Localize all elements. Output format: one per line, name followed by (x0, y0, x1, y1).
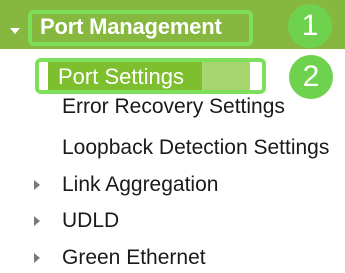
caret-right-icon[interactable] (34, 180, 40, 190)
selected-item-marker (202, 62, 250, 91)
caret-right-icon[interactable] (34, 216, 40, 226)
nav-group-udld[interactable]: UDLD (62, 206, 119, 236)
step-2-callout: 2 (289, 55, 333, 99)
nav-group-green-ethernet[interactable]: Green Ethernet (62, 243, 206, 273)
caret-down-icon (10, 28, 20, 34)
caret-right-icon[interactable] (34, 253, 40, 263)
nav-item-port-settings[interactable]: Port Settings (48, 62, 250, 91)
nav-section-title[interactable]: Port Management (40, 12, 222, 42)
nav-group-link-aggregation[interactable]: Link Aggregation (62, 170, 218, 200)
nav-item-error-recovery-settings[interactable]: Error Recovery Settings (62, 92, 285, 122)
nav-item-port-settings-label[interactable]: Port Settings (58, 62, 184, 91)
nav-item-loopback-detection-settings[interactable]: Loopback Detection Settings (62, 133, 329, 163)
step-1-callout: 1 (288, 4, 332, 48)
